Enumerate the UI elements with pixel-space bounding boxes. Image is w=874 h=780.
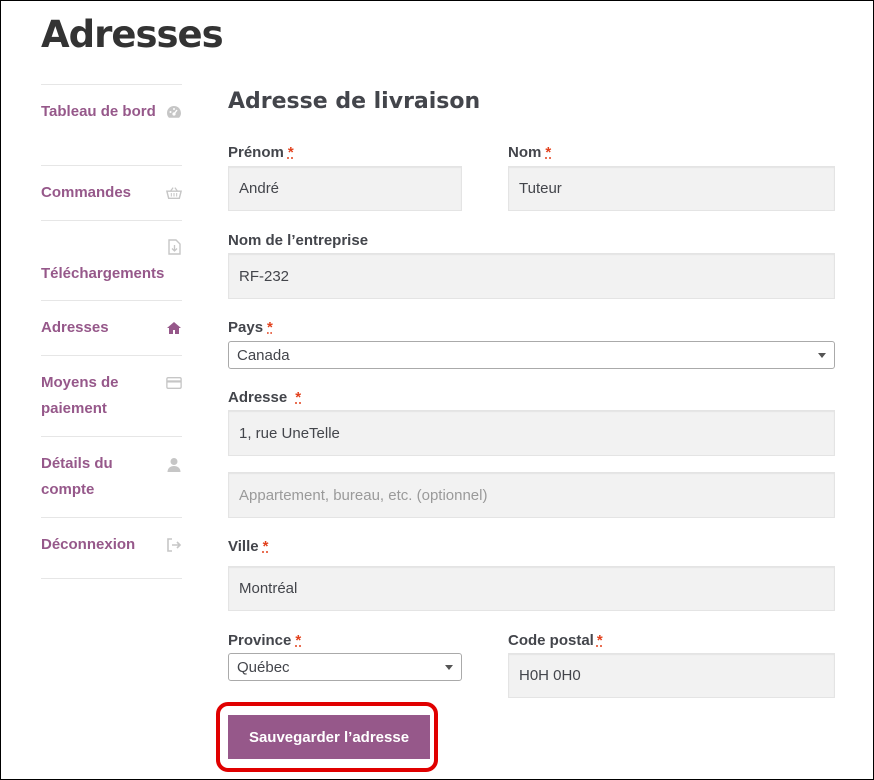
- nav-item-orders[interactable]: Commandes: [41, 166, 182, 221]
- nav-item-logout[interactable]: Déconnexion: [41, 518, 182, 579]
- nav-item-addresses[interactable]: Adresses: [41, 301, 182, 356]
- dashboard-icon: [166, 104, 182, 120]
- first-name-label-text: Prénom: [228, 144, 284, 161]
- nav-item-account-details[interactable]: Détails du compte: [41, 437, 182, 518]
- home-icon: [166, 320, 182, 336]
- country-selected-value: Canada: [237, 346, 290, 364]
- last-name-label-text: Nom: [508, 144, 542, 161]
- nav-item-downloads[interactable]: Téléchargements: [41, 221, 182, 301]
- postal-code-label-text: Code postal: [508, 632, 594, 649]
- address-line2-input[interactable]: [228, 472, 835, 518]
- postal-code-label: Code postal *: [508, 632, 603, 649]
- city-label: Ville *: [228, 538, 268, 555]
- file-download-icon: [166, 239, 182, 255]
- postal-code-input[interactable]: [508, 653, 835, 698]
- nav-item-label: Commandes: [41, 184, 132, 201]
- form-title: Adresse de livraison: [228, 89, 481, 114]
- required-mark: *: [295, 389, 302, 406]
- user-icon: [166, 456, 182, 472]
- address-line1-input[interactable]: [228, 410, 835, 456]
- nav-item-dashboard[interactable]: Tableau de bord: [41, 85, 182, 166]
- nav-item-label: Téléchargements: [41, 265, 165, 282]
- page-frame: Adresses Tableau de bord Commandes Téléc…: [0, 0, 874, 780]
- nav-item-label: Détails du compte: [41, 455, 113, 498]
- nav-item-payment-methods[interactable]: Moyens de paiement: [41, 356, 182, 437]
- country-label: Pays *: [228, 319, 273, 336]
- first-name-input[interactable]: [228, 166, 462, 211]
- country-select[interactable]: Canada: [228, 341, 835, 369]
- sign-out-icon: [166, 537, 182, 553]
- required-mark: *: [545, 144, 552, 161]
- first-name-label: Prénom *: [228, 144, 294, 161]
- address-label-text: Adresse: [228, 389, 288, 406]
- province-select[interactable]: Québec: [228, 653, 462, 681]
- basket-icon: [166, 185, 182, 201]
- country-label-text: Pays: [228, 319, 264, 336]
- credit-card-icon: [166, 375, 182, 391]
- nav-item-label: Déconnexion: [41, 536, 136, 553]
- city-input[interactable]: [228, 566, 835, 611]
- page-title: Adresses: [41, 13, 224, 56]
- nav-item-label: Moyens de paiement: [41, 374, 119, 417]
- required-mark: *: [287, 144, 294, 161]
- city-label-text: Ville: [228, 538, 259, 555]
- account-navigation: Tableau de bord Commandes Téléchargement…: [41, 84, 182, 579]
- last-name-label: Nom *: [508, 144, 551, 161]
- required-mark: *: [267, 319, 273, 336]
- company-label: Nom de l’entreprise: [228, 232, 369, 249]
- required-mark: *: [295, 632, 302, 649]
- province-label-text: Province: [228, 632, 292, 649]
- chevron-down-icon: [818, 353, 826, 358]
- nav-item-label: Tableau de bord: [41, 103, 156, 120]
- province-selected-value: Québec: [237, 658, 290, 676]
- chevron-down-icon: [445, 665, 453, 670]
- nav-item-label: Adresses: [41, 319, 109, 336]
- save-address-button[interactable]: Sauvegarder l’adresse: [228, 715, 430, 759]
- required-mark: *: [596, 632, 603, 649]
- last-name-input[interactable]: [508, 166, 835, 211]
- required-mark: *: [262, 538, 269, 555]
- company-input[interactable]: [228, 253, 835, 299]
- province-label: Province *: [228, 632, 301, 649]
- address-label: Adresse *: [228, 389, 301, 406]
